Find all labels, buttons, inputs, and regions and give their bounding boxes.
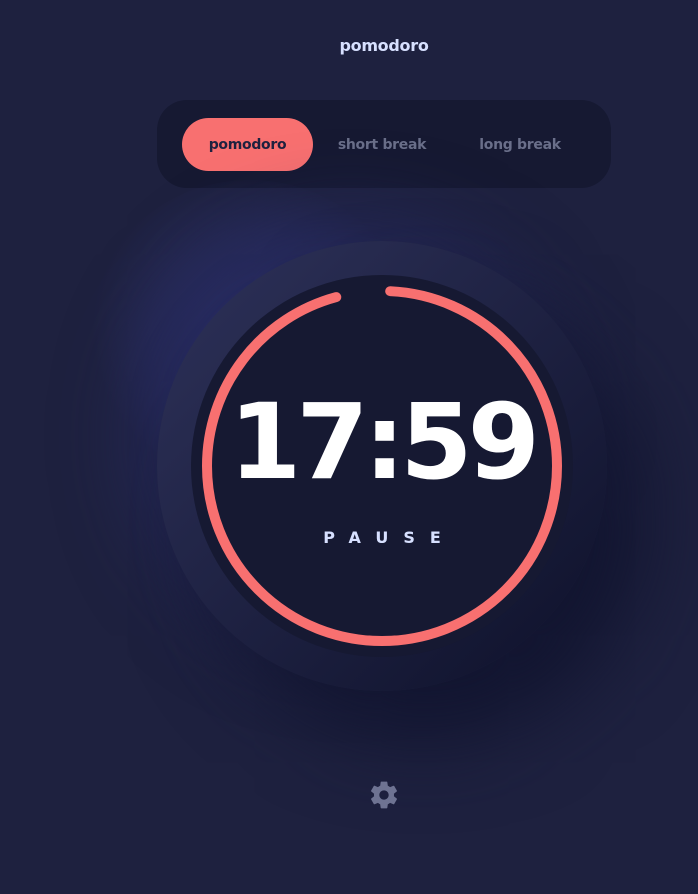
time-display: 17:59 [228,381,540,503]
tab-long-break[interactable]: long break [457,118,583,171]
pause-button[interactable]: PAUSE [191,528,573,547]
app-title: pomodoro [339,36,429,55]
tab-pomodoro[interactable]: pomodoro [182,118,313,171]
gear-icon[interactable] [368,779,400,811]
tab-short-break[interactable]: short break [322,118,442,171]
mode-selector: pomodoro short break long break [157,100,611,188]
